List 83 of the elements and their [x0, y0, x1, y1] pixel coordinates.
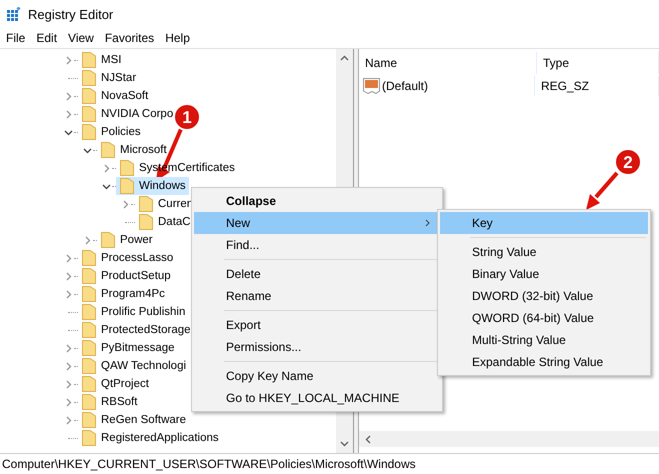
tree-item[interactable]: Policies [78, 123, 144, 141]
tree-item[interactable]: ProductSetup [78, 267, 174, 285]
menu-item[interactable]: Key [440, 212, 648, 234]
tree-item[interactable]: QtProject [78, 375, 152, 393]
tree-item[interactable]: Power [97, 231, 156, 249]
string-value-icon [363, 78, 380, 94]
menu-item[interactable]: Find... [194, 234, 440, 256]
folder-icon [82, 376, 96, 392]
folder-icon [82, 430, 96, 446]
menu-item[interactable]: Collapse [194, 190, 440, 212]
menu-item[interactable]: Edit [36, 31, 58, 45]
scroll-left-icon[interactable] [365, 434, 371, 444]
menu-item[interactable]: Binary Value [440, 263, 648, 285]
tree-item[interactable]: Windows [116, 177, 189, 195]
callout-badge: 1 [173, 103, 201, 131]
column-header[interactable]: Name [359, 52, 537, 74]
status-path: Computer\HKEY_CURRENT_USER\SOFTWARE\Policies\Microsoft\Windows [2, 457, 416, 471]
folder-icon [101, 142, 115, 158]
tree-item[interactable]: PyBitmessage [78, 339, 178, 357]
callout-arrow [586, 172, 618, 210]
chevron-down-icon[interactable] [102, 182, 110, 190]
tree-item[interactable]: RBSoft [78, 393, 140, 411]
menu-item[interactable]: Delete [194, 263, 440, 285]
menu-item[interactable]: New [194, 212, 440, 234]
tree-item[interactable]: QAW Technologi [78, 357, 190, 375]
tree-item[interactable]: ReGen Software [78, 411, 190, 429]
folder-icon [82, 322, 96, 338]
folder-icon [82, 106, 96, 122]
tree-item[interactable]: Prolific Publishin [78, 303, 188, 321]
tree-item[interactable]: MSI [78, 51, 124, 69]
folder-icon [82, 88, 96, 104]
menu-item[interactable]: DWORD (32-bit) Value [440, 285, 648, 307]
chevron-right-icon[interactable] [64, 56, 72, 64]
scroll-up-icon[interactable] [340, 55, 349, 61]
folder-icon [82, 124, 96, 140]
folder-icon [82, 286, 96, 302]
chevron-right-icon[interactable] [82, 236, 92, 244]
window-title: Registry Editor [28, 6, 114, 22]
folder-icon [120, 178, 134, 194]
menu-item[interactable]: Permissions... [194, 336, 440, 358]
folder-icon [82, 394, 96, 410]
tree-item[interactable]: NovaSoft [78, 87, 152, 105]
value-type: REG_SZ [535, 76, 659, 96]
callout-badge: 2 [614, 148, 642, 176]
tree-item[interactable]: DataC [135, 213, 194, 231]
menu-item[interactable]: Expandable String Value [440, 351, 648, 373]
tree-item[interactable]: NJStar [78, 69, 140, 87]
tree-item[interactable]: ProtectedStorage [78, 321, 194, 339]
chevron-right-icon[interactable] [120, 200, 130, 208]
menu-item[interactable]: QWORD (64-bit) Value [440, 307, 648, 329]
chevron-down-icon[interactable] [64, 128, 72, 136]
tree-item[interactable]: ProcessLasso [78, 249, 176, 267]
folder-icon [82, 250, 96, 266]
menu-item[interactable]: Favorites [104, 31, 154, 45]
chevron-down-icon[interactable] [82, 146, 92, 154]
tree-item[interactable]: Program4Pc [78, 285, 168, 303]
chevron-right-icon[interactable] [102, 164, 110, 172]
menu-item[interactable]: Help [165, 31, 190, 45]
registry-app-icon [7, 7, 21, 21]
folder-icon [139, 196, 153, 212]
folder-icon [82, 268, 96, 284]
folder-icon [82, 412, 96, 428]
menu-item[interactable]: String Value [440, 241, 648, 263]
folder-icon [101, 232, 115, 248]
menu-item[interactable]: Multi-String Value [440, 329, 648, 351]
folder-icon [82, 358, 96, 374]
value-name: (Default) [382, 79, 428, 93]
folder-icon [82, 70, 96, 86]
folder-icon [82, 340, 96, 356]
menu-item[interactable]: Copy Key Name [194, 365, 440, 387]
folder-icon [120, 160, 134, 176]
scroll-down-icon[interactable] [340, 441, 349, 447]
folder-icon [82, 52, 96, 68]
tree-item[interactable]: RegisteredApplications [78, 429, 222, 447]
folder-icon [82, 304, 96, 320]
menu-item[interactable]: View [68, 31, 94, 45]
menu-item[interactable]: Export [194, 314, 440, 336]
menu-item[interactable]: Go to HKEY_LOCAL_MACHINE [194, 387, 440, 409]
tree-item[interactable]: Microsoft [97, 141, 170, 159]
menu-item[interactable]: Rename [194, 285, 440, 307]
menu-item[interactable]: File [6, 31, 26, 45]
folder-icon [139, 214, 153, 230]
column-header[interactable]: Type [537, 52, 659, 74]
